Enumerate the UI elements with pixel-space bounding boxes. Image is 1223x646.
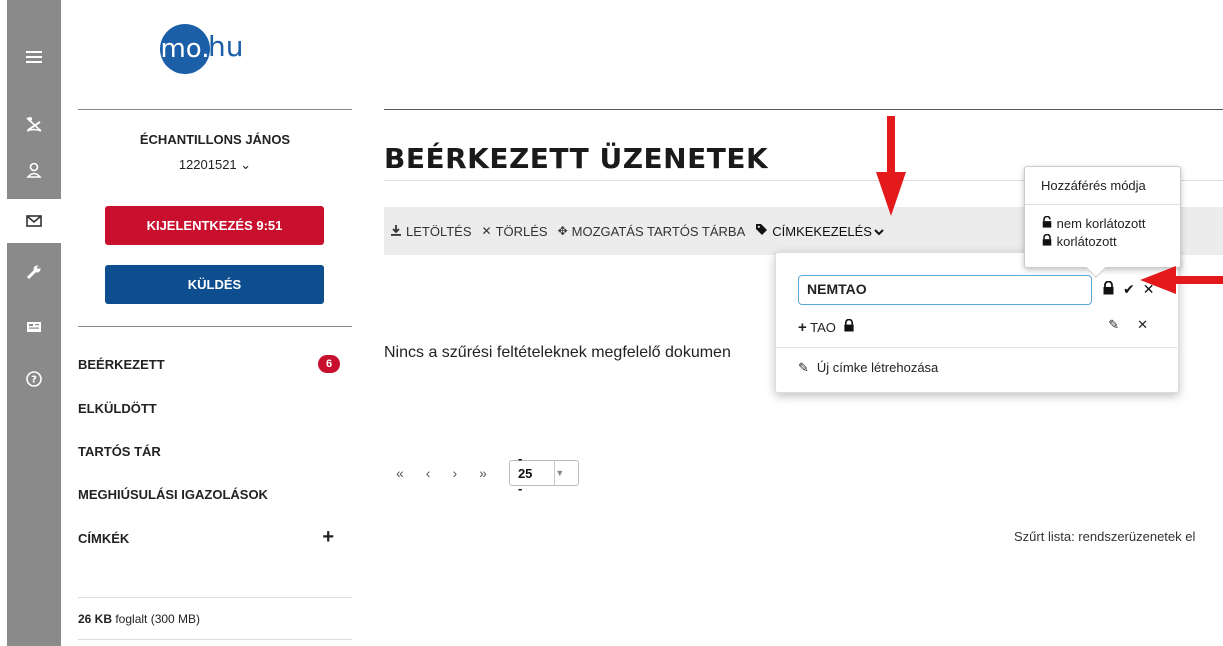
close-icon: ✕ xyxy=(481,224,492,238)
divider xyxy=(78,109,352,110)
icon-rail: ? xyxy=(7,0,61,646)
tag-management-label: CÍMKEKEZELÉS xyxy=(772,223,872,239)
nav-item-sent[interactable]: ELKÜLDÖTT xyxy=(78,401,352,416)
lock-icon[interactable] xyxy=(1102,280,1115,298)
next-page-button[interactable]: › xyxy=(452,465,457,481)
divider xyxy=(78,597,352,598)
download-button[interactable]: LETÖLTÉS xyxy=(390,224,472,239)
lock-icon xyxy=(843,318,855,335)
nav-item-label: BEÉRKEZETT xyxy=(78,357,165,372)
svg-text:?: ? xyxy=(31,375,37,386)
card-icon[interactable] xyxy=(7,305,61,349)
nav-item-inbox[interactable]: BEÉRKEZETT 6 xyxy=(78,355,352,373)
access-option-restricted[interactable]: korlátozott xyxy=(1025,233,1180,251)
empty-list-message: Nincs a szűrési feltételeknek megfelelő … xyxy=(384,344,731,361)
tag-icon xyxy=(755,223,768,239)
nav-item-tags[interactable]: CÍMKÉK + xyxy=(78,526,352,548)
unread-badge: 6 xyxy=(318,355,340,373)
tooltip-title: Hozzáférés módja xyxy=(1025,167,1180,205)
envelope-icon[interactable] xyxy=(7,199,61,243)
tag-label[interactable]: TAO xyxy=(810,320,836,335)
annotation-arrow-left xyxy=(1140,266,1223,294)
filter-note: Szűrt lista: rendszerüzenetek el xyxy=(1014,529,1196,544)
nav-item-label: ELKÜLDÖTT xyxy=(78,401,157,416)
nav-item-label: CÍMKÉK xyxy=(78,531,130,546)
first-page-button[interactable]: « xyxy=(396,465,404,481)
logout-button[interactable]: KIJELENTKEZÉS 9:51 xyxy=(105,206,324,245)
tag-management-dropdown[interactable]: CÍMKEKEZELÉS xyxy=(755,223,884,239)
unlock-icon xyxy=(1041,215,1057,231)
pagination: « ‹ › » - 25 - ▼ xyxy=(396,451,579,496)
tag-row-actions: ✎ ✕ xyxy=(1108,317,1148,333)
wrench-icon[interactable] xyxy=(7,250,61,294)
create-tag-label: Új címke létrehozása xyxy=(816,360,939,375)
logo[interactable]: mo. hu xyxy=(160,24,280,74)
storage-rest: foglalt (300 MB) xyxy=(112,612,201,626)
divider xyxy=(384,109,1223,110)
access-option-unrestricted[interactable]: nem korlátozott xyxy=(1025,215,1180,233)
add-tag-button[interactable]: + xyxy=(322,526,334,549)
page-size-value: - 25 - xyxy=(517,450,533,496)
nav-item-storage[interactable]: TARTÓS TÁR xyxy=(78,444,352,459)
lock-icon xyxy=(1041,233,1057,249)
help-icon[interactable]: ? xyxy=(7,357,61,401)
confirm-icon[interactable]: ✔ xyxy=(1123,281,1135,298)
chevron-down-icon xyxy=(874,224,884,239)
access-mode-tooltip: Hozzáférés módja nem korlátozott korláto… xyxy=(1024,166,1181,278)
nav-item-failure-certificates[interactable]: MEGHIÚSULÁSI IGAZOLÁSOK xyxy=(78,487,352,502)
send-button[interactable]: KÜLDÉS xyxy=(105,265,324,304)
delete-label: TÖRLÉS xyxy=(495,223,548,239)
tag-row: + TAO ✎ ✕ xyxy=(798,317,1158,336)
prev-page-button[interactable]: ‹ xyxy=(426,465,431,481)
divider xyxy=(78,326,352,327)
tag-management-popover: NEMTAO ✔ ✕ + TAO ✎ ✕ ✎ Új címke létrehozá… xyxy=(775,252,1180,393)
pencil-icon: ✎ xyxy=(798,360,809,375)
move-to-storage-button[interactable]: ✥ MOZGATÁS TARTÓS TÁRBA xyxy=(558,224,746,239)
logo-circle: mo. xyxy=(160,24,210,74)
page-size-select[interactable]: - 25 - ▼ xyxy=(508,451,579,496)
delete-button[interactable]: ✕ TÖRLÉS xyxy=(482,224,548,239)
user-icon[interactable] xyxy=(7,148,61,192)
annotation-arrow-down xyxy=(876,116,906,216)
chevron-down-icon: ▼ xyxy=(554,461,564,485)
move-label: MOZGATÁS TARTÓS TÁRBA xyxy=(571,223,746,239)
tag-name-input[interactable]: NEMTAO xyxy=(798,275,1092,305)
user-id-dropdown[interactable]: 12201521 ⌄ xyxy=(78,157,352,173)
storage-used: 26 KB xyxy=(78,612,113,626)
create-tag-button[interactable]: ✎ Új címke létrehozása xyxy=(798,360,938,376)
divider xyxy=(776,347,1180,348)
user-name: ÉCHANTILLONS JÁNOS xyxy=(139,132,291,147)
nav-item-label: TARTÓS TÁR xyxy=(78,444,161,459)
option-label: nem korlátozott xyxy=(1056,216,1146,231)
no-swimming-icon[interactable] xyxy=(7,102,61,146)
divider xyxy=(78,639,352,640)
download-icon xyxy=(390,224,402,239)
move-icon: ✥ xyxy=(557,224,568,238)
last-page-button[interactable]: » xyxy=(479,465,487,481)
pencil-icon[interactable]: ✎ xyxy=(1108,317,1119,333)
download-label: LETÖLTÉS xyxy=(406,223,472,239)
close-icon[interactable]: ✕ xyxy=(1137,317,1148,333)
nav-item-label: MEGHIÚSULÁSI IGAZOLÁSOK xyxy=(78,487,268,502)
menu-icon[interactable] xyxy=(7,35,61,79)
storage-usage: 26 KB foglalt (300 MB) xyxy=(78,612,200,626)
page-title: BEÉRKEZETT ÜZENETEK xyxy=(384,142,769,175)
logo-text: hu xyxy=(208,30,244,63)
option-label: korlátozott xyxy=(1056,234,1117,249)
add-icon[interactable]: + xyxy=(798,319,807,336)
sidebar: mo. hu ÉCHANTILLONS JÁNOS 12201521 ⌄ KIJ… xyxy=(78,0,352,646)
